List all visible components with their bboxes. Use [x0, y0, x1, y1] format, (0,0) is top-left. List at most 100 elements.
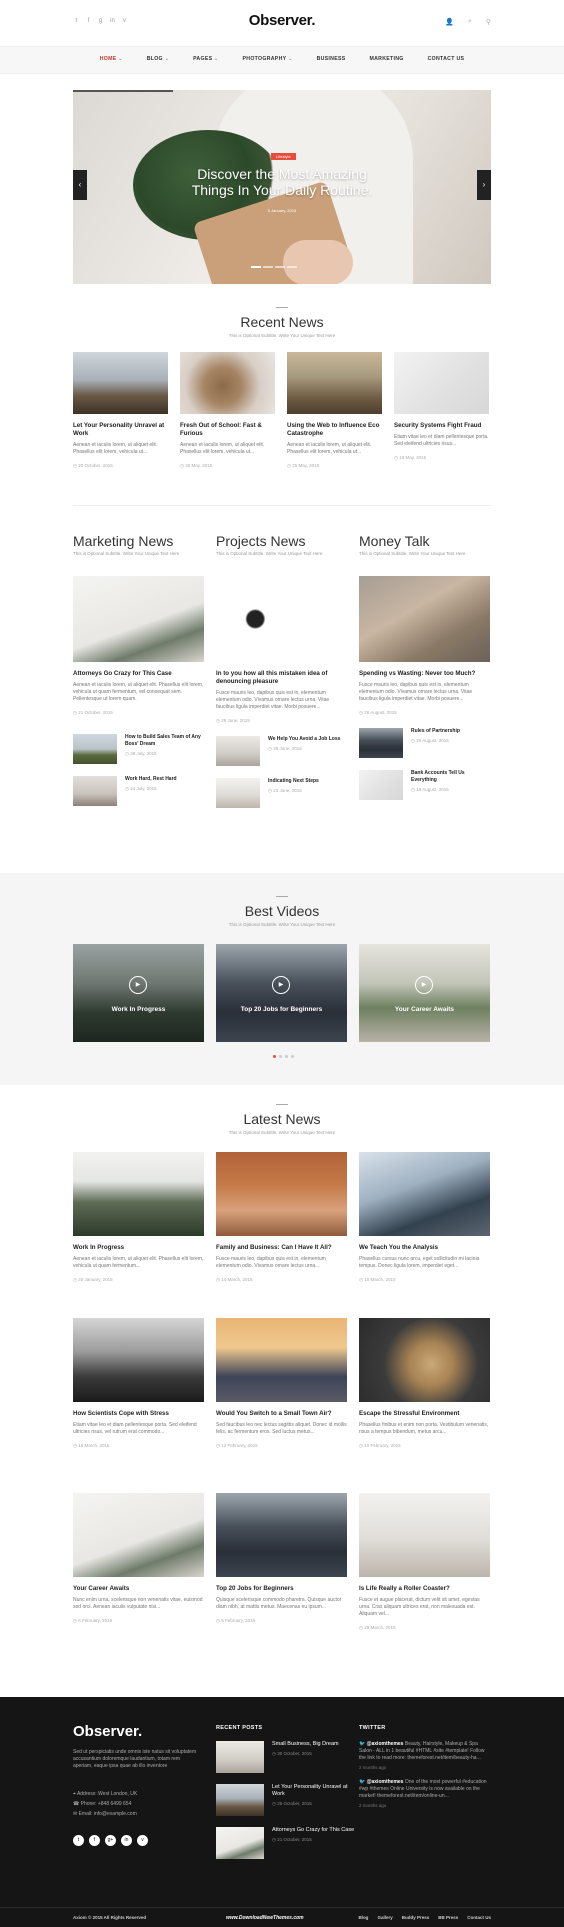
post-card[interactable]: Fresh Out of School: Fast & Furious Aene…	[180, 352, 275, 469]
googleplus-icon[interactable]: g+	[105, 1835, 116, 1846]
post-card[interactable]: Your Career Awaits Nunc enim urna, scele…	[73, 1493, 204, 1631]
post-thumbnail[interactable]	[73, 1318, 204, 1402]
nav-item-photography[interactable]: PHOTOGRAPHY	[231, 56, 305, 62]
pagination-dot[interactable]	[285, 1055, 288, 1058]
post-card[interactable]: Let Your Personality Unravel at Work Aen…	[73, 352, 168, 469]
post-title[interactable]: How to Build Sales Team of Any Boss' Dre…	[125, 734, 204, 748]
footer-link-contact[interactable]: Contact Us	[467, 1915, 491, 1920]
footer-link-bbpress[interactable]: BB Press	[438, 1915, 458, 1920]
post-title[interactable]: Work Hard, Rest Hard	[125, 776, 177, 783]
post-title[interactable]: Family and Business: Can I Have It All?	[216, 1244, 347, 1252]
mini-post[interactable]: Indicating Next Steps 23 June, 2015	[216, 778, 347, 808]
post-thumbnail[interactable]	[216, 1784, 264, 1816]
post-thumbnail[interactable]	[180, 352, 275, 414]
slider-dot[interactable]	[263, 266, 273, 268]
hero-category-tag[interactable]: Lifestyle	[271, 153, 296, 160]
post-thumbnail[interactable]	[287, 352, 382, 414]
slider-dot[interactable]	[275, 266, 285, 268]
post-card[interactable]: We Teach You the Analysis Phasellus curs…	[359, 1152, 490, 1283]
nav-item-blog[interactable]: BLOG	[135, 56, 181, 62]
post-card[interactable]: Is Life Really a Roller Coaster? Fusce e…	[359, 1493, 490, 1631]
pagination-dot[interactable]	[279, 1055, 282, 1058]
post-thumbnail[interactable]	[73, 352, 168, 414]
post-card[interactable]: Using the Web to Influence Eco Catastrop…	[287, 352, 382, 469]
footer-link-blog[interactable]: Blog	[358, 1915, 368, 1920]
post-title[interactable]: Escape the Stressful Environment	[359, 1410, 490, 1418]
video-card[interactable]: ▶ Top 20 Jobs for Beginners	[216, 944, 347, 1042]
post-thumbnail[interactable]	[73, 576, 204, 662]
post-title[interactable]: Fresh Out of School: Fast & Furious	[180, 422, 275, 438]
post-card[interactable]: Would You Switch to a Small Town Air? Se…	[216, 1318, 347, 1449]
hero-title[interactable]: Discover the Most Amazing Things In Your…	[73, 166, 491, 198]
footer-post[interactable]: Let Your Personality Unravel at Work 25 O…	[216, 1784, 356, 1816]
play-icon[interactable]: ▶	[129, 976, 147, 994]
post-title[interactable]: Let Your Personality Unravel at Work	[73, 422, 168, 438]
post-title[interactable]: Let Your Personality Unravel at Work	[272, 1784, 356, 1798]
footer-post[interactable]: Small Business, Big Dream 30 October, 201…	[216, 1741, 356, 1773]
video-title[interactable]: Work In Progress	[73, 1006, 204, 1013]
post-thumbnail[interactable]	[359, 728, 403, 758]
slider-prev-button[interactable]: ‹	[73, 170, 87, 200]
post-title[interactable]: Security Systems Fight Fraud	[394, 422, 489, 430]
post-title[interactable]: Would You Switch to a Small Town Air?	[216, 1410, 347, 1418]
video-title[interactable]: Your Career Awaits	[359, 1006, 490, 1013]
post-title[interactable]: Top 20 Jobs for Beginners	[216, 1585, 347, 1593]
post-thumbnail[interactable]	[359, 1318, 490, 1402]
post-thumbnail[interactable]	[216, 576, 347, 662]
post-thumbnail[interactable]	[216, 1741, 264, 1773]
video-card[interactable]: ▶ Your Career Awaits	[359, 944, 490, 1042]
post-card[interactable]: How Scientists Cope with Stress Etiam vi…	[73, 1318, 204, 1449]
post-thumbnail[interactable]	[359, 1493, 490, 1577]
post-title[interactable]: We Teach You the Analysis	[359, 1244, 490, 1252]
mini-post[interactable]: We Help You Avoid a Job Loss 26 June, 201…	[216, 736, 347, 766]
mini-post[interactable]: Rules of Partnership 25 August, 2015	[359, 728, 490, 758]
nav-item-contact[interactable]: CONTACT US	[416, 56, 477, 62]
pagination-dot[interactable]	[291, 1055, 294, 1058]
footer-post[interactable]: Attorneys Go Crazy for This Case 21 Octob…	[216, 1827, 356, 1859]
pagination-dot[interactable]	[273, 1055, 276, 1058]
user-icon[interactable]: 👤	[445, 18, 454, 26]
footer-link-gallery[interactable]: Gallery	[377, 1915, 392, 1920]
post-card[interactable]: Family and Business: Can I Have It All? …	[216, 1152, 347, 1283]
post-thumbnail[interactable]	[73, 1152, 204, 1236]
post-title[interactable]: Bank Accounts Tell Us Everything	[411, 770, 490, 784]
post-title[interactable]: Your Career Awaits	[73, 1585, 204, 1593]
twitter-icon[interactable]: t	[73, 1835, 84, 1846]
linkedin-icon[interactable]: in	[121, 1835, 132, 1846]
post-thumbnail[interactable]	[394, 352, 489, 414]
post-title[interactable]: How Scientists Cope with Stress	[73, 1410, 204, 1418]
footer-link-buddypress[interactable]: Buddy Press	[402, 1915, 430, 1920]
mini-post[interactable]: How to Build Sales Team of Any Boss' Dre…	[73, 734, 204, 764]
post-thumbnail[interactable]	[73, 776, 117, 806]
video-card[interactable]: ▶ Work In Progress	[73, 944, 204, 1042]
post-thumbnail[interactable]	[216, 1318, 347, 1402]
hero-slider[interactable]: Lifestyle Discover the Most Amazing Thin…	[73, 90, 491, 284]
slider-next-button[interactable]: ›	[477, 170, 491, 200]
footer-logo[interactable]: Observer.	[73, 1723, 142, 1740]
post-title[interactable]: Indicating Next Steps	[268, 778, 319, 785]
post-title[interactable]: Spending vs Wasting: Never too Much?	[359, 670, 490, 678]
post-title[interactable]: Is Life Really a Roller Coaster?	[359, 1585, 490, 1593]
nav-item-marketing[interactable]: MARKETING	[358, 56, 416, 62]
post-title[interactable]: We Help You Avoid a Job Loss	[268, 736, 340, 743]
slider-dot[interactable]	[287, 266, 297, 268]
vine-icon[interactable]: v	[137, 1835, 148, 1846]
post-thumbnail[interactable]	[359, 576, 490, 662]
search-icon[interactable]: ⌕	[468, 18, 472, 26]
facebook-icon[interactable]: f	[89, 1835, 100, 1846]
post-thumbnail[interactable]	[216, 1493, 347, 1577]
post-title[interactable]: Attorneys Go Crazy for This Case	[73, 670, 204, 678]
nav-item-home[interactable]: HOME	[88, 56, 135, 62]
post-title[interactable]: Attorneys Go Crazy for This Case	[272, 1827, 354, 1834]
menu-icon[interactable]: ⚲	[486, 18, 491, 26]
post-thumbnail[interactable]	[216, 1827, 264, 1859]
post-thumbnail[interactable]	[216, 778, 260, 808]
slider-dot[interactable]	[251, 266, 261, 268]
footer-email[interactable]: Email: info@example.com	[79, 1811, 137, 1817]
mini-post[interactable]: Bank Accounts Tell Us Everything 18 Augus…	[359, 770, 490, 800]
post-title[interactable]: Small Business, Big Dream	[272, 1741, 339, 1748]
play-icon[interactable]: ▶	[415, 976, 433, 994]
tweet-handle[interactable]: @axiomthemes	[367, 1741, 404, 1747]
post-thumbnail[interactable]	[216, 736, 260, 766]
post-title[interactable]: Work In Progress	[73, 1244, 204, 1252]
